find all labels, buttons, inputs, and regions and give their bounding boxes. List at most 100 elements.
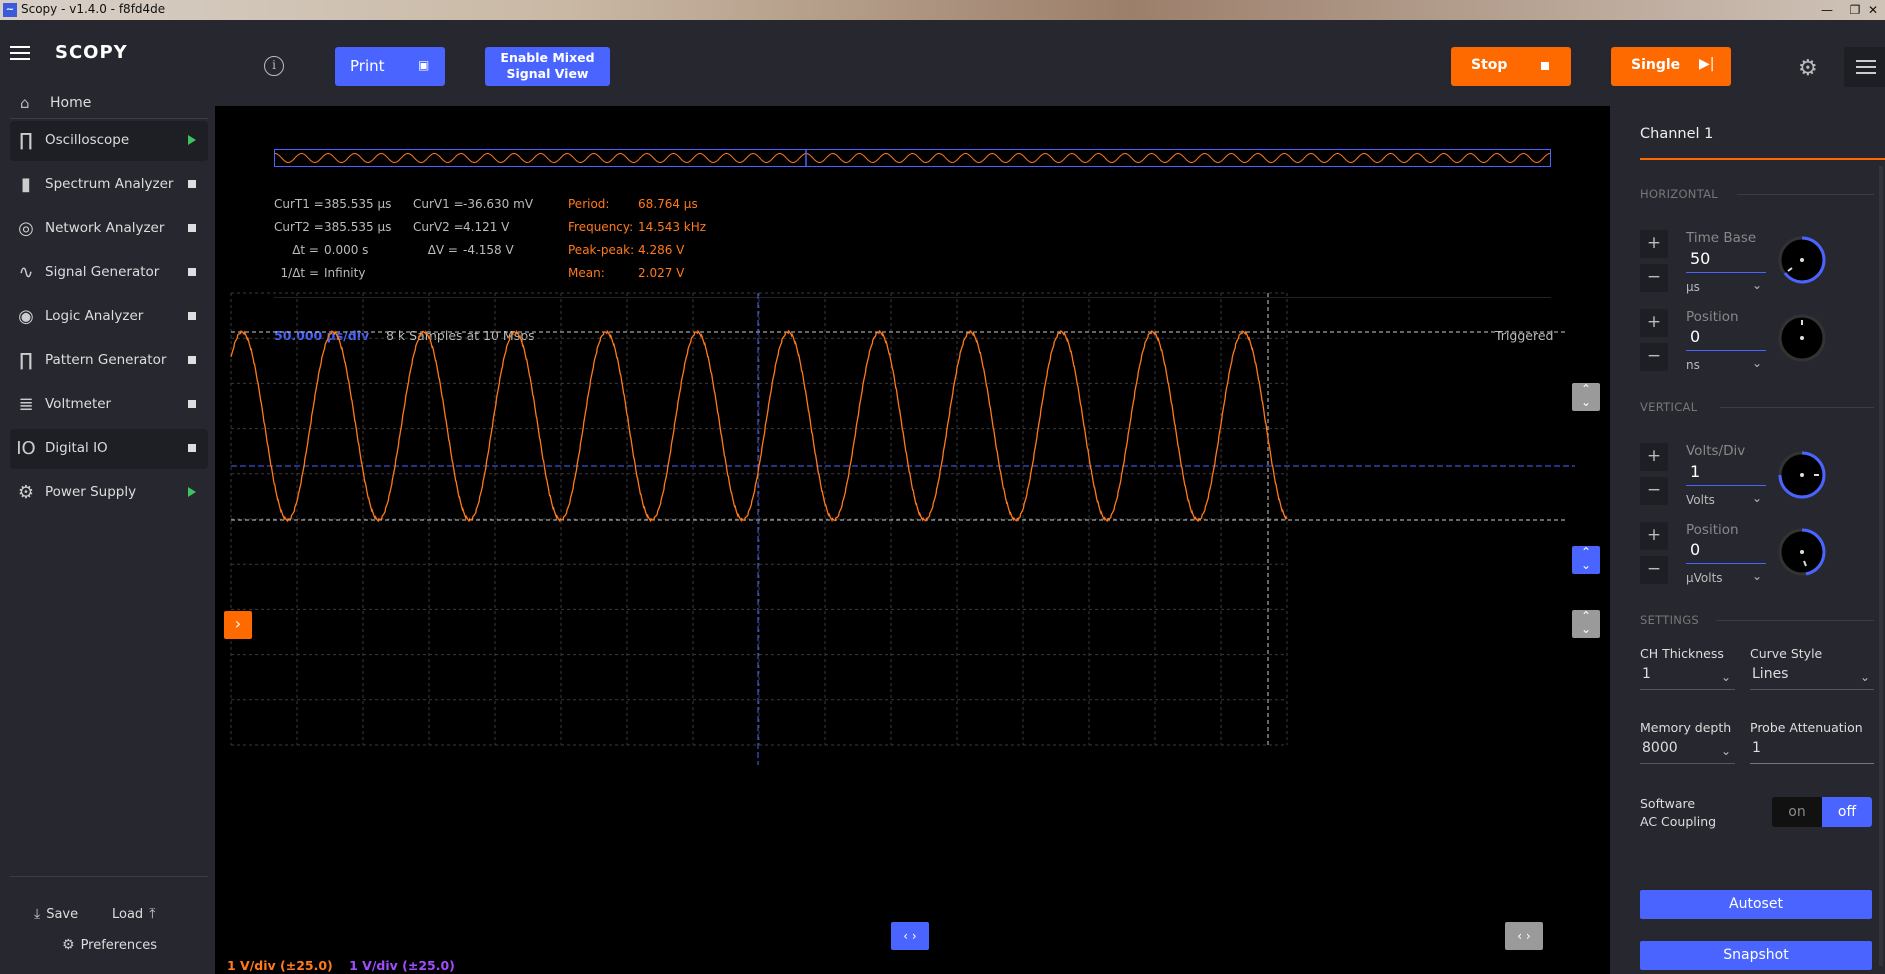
hpos-input[interactable]: 0 <box>1686 327 1766 351</box>
timebase-unit-select[interactable]: μs ⌄ <box>1686 278 1766 294</box>
vdiv-plus-button[interactable]: + <box>1640 443 1668 471</box>
oscilloscope-icon: ∏ <box>19 130 33 151</box>
trigger-position-handle[interactable]: ‹ › <box>891 922 929 950</box>
hpos-plus-button[interactable]: + <box>1640 309 1668 337</box>
curve-style-select[interactable]: Lines ⌄ <box>1750 666 1874 690</box>
probe-attenuation-input[interactable]: 1 <box>1750 740 1874 764</box>
hpos-knob[interactable] <box>1776 312 1828 364</box>
sidebar-item-digital-io[interactable]: IO Digital IO <box>10 429 208 469</box>
ac-coupling-toggle[interactable]: on off <box>1772 797 1872 827</box>
run-indicator-icon[interactable] <box>188 487 196 497</box>
section-horizontal: HORIZONTAL <box>1640 187 1719 201</box>
snapshot-button[interactable]: Snapshot <box>1640 941 1872 970</box>
timebase-knob[interactable] <box>1776 234 1828 286</box>
channel-tab-underline <box>1640 158 1885 160</box>
ch1-scale-label[interactable]: 1 V/div (±25.0) <box>227 958 333 973</box>
minimize-button[interactable]: — <box>1815 2 1839 18</box>
info-icon[interactable]: i <box>264 56 284 76</box>
channel1-offset-handle[interactable]: › <box>224 611 252 639</box>
sidebar-item-power-supply[interactable]: ⚙ Power Supply <box>10 473 208 513</box>
vpos-knob[interactable] <box>1776 526 1828 578</box>
settings-gear-icon[interactable]: ⚙ <box>1798 56 1818 81</box>
run-indicator-icon[interactable] <box>188 135 196 145</box>
timebase-plus-button[interactable]: + <box>1640 230 1668 258</box>
save-button[interactable]: ⤓ Save <box>34 906 78 922</box>
waveform-canvas[interactable] <box>215 106 1610 974</box>
vdiv-input[interactable]: 1 <box>1686 462 1766 486</box>
ch-thickness-value: 1 <box>1642 666 1651 682</box>
sidebar-item-spectrum-analyzer[interactable]: ▮ Spectrum Analyzer <box>10 165 208 205</box>
panel-menu-button[interactable] <box>1844 47 1885 87</box>
stop-indicator-icon[interactable] <box>188 312 196 320</box>
chevron-down-icon: ⌄ <box>1751 569 1762 583</box>
stop-button[interactable]: Stop <box>1451 47 1571 86</box>
vpos-unit-select[interactable]: μVolts ⌄ <box>1686 569 1766 585</box>
toggle-off[interactable]: off <box>1822 797 1872 827</box>
timebase-minus-button[interactable]: − <box>1640 264 1668 292</box>
oscilloscope-plot-area: CurT1 =385.535 μs CurT2 =385.535 μs Δt = 0.… <box>215 106 1610 974</box>
channel-tab-title[interactable]: Channel 1 <box>1640 126 1713 142</box>
autoset-button[interactable]: Autoset <box>1640 890 1872 919</box>
panel-scrollbar[interactable] <box>1879 166 1883 966</box>
hpos-label: Position <box>1686 309 1739 325</box>
single-label: Single <box>1631 57 1681 73</box>
sidebar-item-label: Pattern Generator <box>45 352 167 368</box>
vdiv-minus-button[interactable]: − <box>1640 477 1668 505</box>
hpos-minus-button[interactable]: − <box>1640 343 1668 371</box>
channel-scale-labels: 1 V/div (±25.0) 1 V/div (±25.0) <box>227 958 455 973</box>
timebase-label: Time Base <box>1686 230 1757 246</box>
hamburger-menu-icon[interactable] <box>10 46 30 60</box>
vdiv-knob[interactable] <box>1776 449 1828 501</box>
preferences-button[interactable]: ⚙ Preferences <box>62 937 157 953</box>
print-button[interactable]: Print ▣ <box>335 47 445 86</box>
sidebar-item-label: Logic Analyzer <box>45 308 144 324</box>
trigger-level-handle[interactable]: ⌃ ⌄ <box>1572 546 1600 574</box>
mixed-label-line1: Enable Mixed <box>500 50 595 65</box>
close-button[interactable]: ✕ <box>1861 2 1885 18</box>
cursor-v2-handle[interactable]: ⌃ ⌄ <box>1572 610 1600 638</box>
sidebar-item-voltmeter[interactable]: ≣ Voltmeter <box>10 385 208 425</box>
vpos-minus-button[interactable]: − <box>1640 556 1668 584</box>
vpos-plus-button[interactable]: + <box>1640 522 1668 550</box>
sidebar-item-label: Spectrum Analyzer <box>45 176 174 192</box>
sidebar-item-network-analyzer[interactable]: ◎ Network Analyzer <box>10 209 208 249</box>
sidebar-item-label: Signal Generator <box>45 264 160 280</box>
sidebar-item-logic-analyzer[interactable]: ◉ Logic Analyzer <box>10 297 208 337</box>
chevron-down-icon: ⌄ <box>1751 356 1762 370</box>
printer-icon: ▣ <box>418 58 430 72</box>
stop-square-icon <box>1541 62 1549 70</box>
ch-thickness-label: CH Thickness <box>1640 646 1724 661</box>
vpos-label: Position <box>1686 522 1739 538</box>
toggle-on[interactable]: on <box>1772 797 1822 827</box>
timebase-input[interactable]: 50 <box>1686 249 1766 273</box>
vpos-input[interactable]: 0 <box>1686 540 1766 564</box>
top-toolbar: i Print ▣ Enable Mixed Signal View Stop … <box>215 20 1885 106</box>
single-button[interactable]: Single ▶| <box>1611 47 1731 86</box>
voltmeter-icon: ≣ <box>18 394 34 415</box>
home-icon: ⌂ <box>20 94 30 112</box>
load-button[interactable]: Load ⤒ <box>112 906 161 922</box>
chevron-down-icon: ⌄ <box>1859 670 1870 684</box>
stop-indicator-icon[interactable] <box>188 224 196 232</box>
cursor-t-handle[interactable]: ‹ › <box>1505 922 1543 950</box>
vpos-unit: μVolts <box>1686 571 1723 585</box>
stop-indicator-icon[interactable] <box>188 444 196 452</box>
sidebar-item-pattern-generator[interactable]: ∏ Pattern Generator <box>10 341 208 381</box>
stop-indicator-icon[interactable] <box>188 268 196 276</box>
stop-indicator-icon[interactable] <box>188 180 196 188</box>
sidebar-item-signal-generator[interactable]: ∿ Signal Generator <box>10 253 208 293</box>
ch-thickness-select[interactable]: 1 ⌄ <box>1640 666 1735 690</box>
cursor-v1-handle[interactable]: ⌃ ⌄ <box>1572 383 1600 411</box>
hpos-unit-select[interactable]: ns ⌄ <box>1686 356 1766 372</box>
enable-mixed-signal-view-button[interactable]: Enable Mixed Signal View <box>485 47 610 86</box>
sidebar-item-home[interactable]: ⌂ Home <box>0 88 215 118</box>
sidebar-item-oscilloscope[interactable]: ∏ Oscilloscope <box>10 121 208 161</box>
stop-indicator-icon[interactable] <box>188 356 196 364</box>
memory-depth-label: Memory depth <box>1640 720 1732 735</box>
vdiv-unit-select[interactable]: Volts ⌄ <box>1686 491 1766 507</box>
stop-indicator-icon[interactable] <box>188 400 196 408</box>
window-title: Scopy - v1.4.0 - f8fd4de <box>21 2 166 16</box>
sidebar-item-label: Digital IO <box>45 440 108 456</box>
ch2-scale-label[interactable]: 1 V/div (±25.0) <box>349 958 455 973</box>
memory-depth-select[interactable]: 8000 ⌄ <box>1640 740 1735 764</box>
